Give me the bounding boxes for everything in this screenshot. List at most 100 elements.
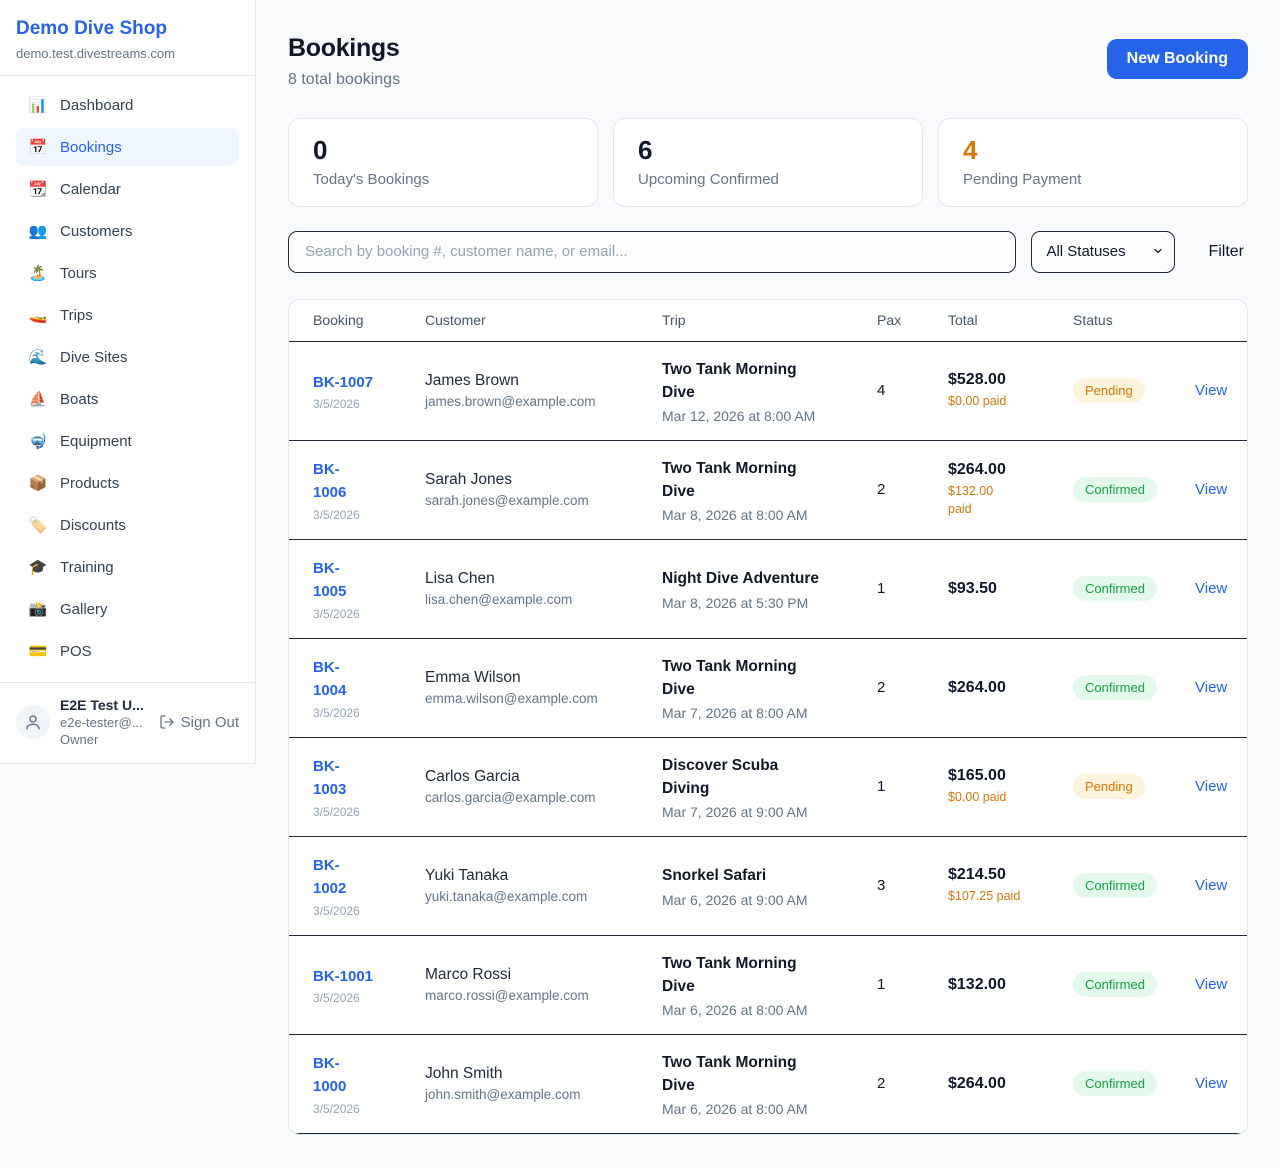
column-header-customer: Customer [425, 312, 662, 328]
status-badge: Pending [1073, 774, 1145, 799]
customer-cell: John Smith john.smith@example.com [425, 1065, 662, 1102]
view-link[interactable]: View [1195, 778, 1227, 795]
customer-email: james.brown@example.com [425, 394, 650, 409]
user-name: E2E Test U... [60, 697, 149, 713]
sidebar-item-customers[interactable]: 👥 Customers [16, 212, 239, 250]
booking-id-link[interactable]: BK- 1000 [313, 1052, 346, 1099]
trip-datetime: Mar 8, 2026 at 8:00 AM [662, 507, 865, 523]
customer-email: carlos.garcia@example.com [425, 790, 650, 805]
view-link[interactable]: View [1195, 1075, 1227, 1092]
booking-date: 3/5/2026 [313, 607, 413, 621]
page-title-block: Bookings 8 total bookings [288, 34, 400, 89]
customer-email: sarah.jones@example.com [425, 493, 650, 508]
sidebar-item-pos[interactable]: 💳 POS [16, 632, 239, 670]
main-content: Bookings 8 total bookings New Booking 0 … [256, 0, 1280, 1167]
sidebar: Demo Dive Shop demo.test.divestreams.com… [0, 0, 256, 764]
trip-cell: Two Tank Morning Dive Mar 6, 2026 at 8:0… [662, 1051, 877, 1118]
booking-cell: BK- 1002 3/5/2026 [313, 854, 425, 918]
booking-id-link[interactable]: BK- 1002 [313, 854, 346, 901]
action-cell: View [1195, 382, 1239, 400]
stat-label: Upcoming Confirmed [638, 171, 898, 188]
view-link[interactable]: View [1195, 382, 1227, 399]
trip-cell: Two Tank Morning Dive Mar 12, 2026 at 8:… [662, 358, 877, 425]
booking-cell: BK- 1006 3/5/2026 [313, 458, 425, 522]
view-link[interactable]: View [1195, 976, 1227, 993]
bar-chart-icon: 📊 [28, 96, 48, 114]
trip-datetime: Mar 8, 2026 at 5:30 PM [662, 595, 865, 611]
sidebar-item-products[interactable]: 📦 Products [16, 464, 239, 502]
sidebar-item-calendar[interactable]: 📆 Calendar [16, 170, 239, 208]
booking-id-link[interactable]: BK-1007 [313, 371, 373, 394]
trip-name: Two Tank Morning Dive [662, 655, 865, 702]
search-input[interactable] [288, 231, 1016, 273]
filter-button[interactable]: Filter [1190, 243, 1248, 261]
paid-amount: $0.00 paid [948, 392, 1061, 411]
booking-id-link[interactable]: BK- 1005 [313, 557, 346, 604]
booking-id-link[interactable]: BK- 1004 [313, 656, 346, 703]
booking-id-link[interactable]: BK-1001 [313, 965, 373, 988]
action-cell: View [1195, 1075, 1239, 1093]
sidebar-item-label: POS [60, 643, 92, 660]
sidebar-item-equipment[interactable]: 🤿 Equipment [16, 422, 239, 460]
trip-cell: Discover Scuba Diving Mar 7, 2026 at 9:0… [662, 754, 877, 821]
sidebar-nav: 📊 Dashboard 📅 Bookings 📆 Calendar [0, 76, 255, 682]
booking-id-link[interactable]: BK- 1006 [313, 458, 346, 505]
customer-cell: Yuki Tanaka yuki.tanaka@example.com [425, 867, 662, 904]
view-link[interactable]: View [1195, 481, 1227, 498]
credit-card-icon: 💳 [28, 642, 48, 660]
trip-name: Discover Scuba Diving [662, 754, 865, 801]
table-row: BK- 1003 3/5/2026 Carlos Garcia carlos.g… [289, 738, 1247, 837]
booking-cell: BK- 1005 3/5/2026 [313, 557, 425, 621]
pax-cell: 2 [877, 1075, 948, 1092]
sidebar-item-dashboard[interactable]: 📊 Dashboard [16, 86, 239, 124]
pax-cell: 2 [877, 679, 948, 696]
sign-out-button[interactable]: Sign Out [159, 714, 239, 731]
total-cell: $264.00 $132.00 paid [948, 461, 1073, 520]
total-amount: $165.00 [948, 767, 1061, 785]
booking-date: 3/5/2026 [313, 805, 413, 819]
sidebar-item-training[interactable]: 🎓 Training [16, 548, 239, 586]
view-link[interactable]: View [1195, 679, 1227, 696]
new-booking-button[interactable]: New Booking [1107, 39, 1248, 79]
status-cell: Pending [1073, 774, 1195, 799]
booking-date: 3/5/2026 [313, 706, 413, 720]
status-cell: Confirmed [1073, 675, 1195, 700]
booking-cell: BK-1007 3/5/2026 [313, 371, 425, 411]
people-icon: 👥 [28, 222, 48, 240]
sidebar-item-gallery[interactable]: 📸 Gallery [16, 590, 239, 628]
trip-datetime: Mar 7, 2026 at 9:00 AM [662, 804, 865, 820]
booking-id-link[interactable]: BK- 1003 [313, 755, 346, 802]
sidebar-item-label: Discounts [60, 517, 126, 534]
sidebar-item-bookings[interactable]: 📅 Bookings [16, 128, 239, 166]
status-cell: Confirmed [1073, 477, 1195, 502]
paid-amount: $132.00 paid [948, 482, 1061, 520]
sidebar-item-dive-sites[interactable]: 🌊 Dive Sites [16, 338, 239, 376]
status-filter-select[interactable]: All Statuses [1031, 231, 1175, 273]
customer-email: marco.rossi@example.com [425, 988, 650, 1003]
action-cell: View [1195, 778, 1239, 796]
view-link[interactable]: View [1195, 877, 1227, 894]
total-amount: $132.00 [948, 976, 1061, 994]
trip-datetime: Mar 7, 2026 at 8:00 AM [662, 705, 865, 721]
paid-amount: $0.00 paid [948, 788, 1061, 807]
status-badge: Confirmed [1073, 477, 1157, 502]
sidebar-item-tours[interactable]: 🏝️ Tours [16, 254, 239, 292]
total-cell: $93.50 [948, 580, 1073, 598]
stat-card: 4 Pending Payment [938, 118, 1248, 207]
sidebar-item-discounts[interactable]: 🏷️ Discounts [16, 506, 239, 544]
brand-logo-link[interactable]: Demo Dive Shop [16, 18, 239, 40]
sidebar-item-trips[interactable]: 🚤 Trips [16, 296, 239, 334]
column-header-status: Status [1073, 312, 1195, 328]
customer-cell: James Brown james.brown@example.com [425, 372, 662, 409]
booking-cell: BK- 1003 3/5/2026 [313, 755, 425, 819]
sidebar-header: Demo Dive Shop demo.test.divestreams.com [0, 0, 255, 76]
stat-label: Pending Payment [963, 171, 1223, 188]
trip-name: Two Tank Morning Dive [662, 358, 865, 405]
view-link[interactable]: View [1195, 580, 1227, 597]
sidebar-item-label: Calendar [60, 181, 121, 198]
action-cell: View [1195, 679, 1239, 697]
table-row: BK- 1000 3/5/2026 John Smith john.smith@… [289, 1035, 1247, 1134]
trip-datetime: Mar 6, 2026 at 8:00 AM [662, 1101, 865, 1117]
sidebar-item-boats[interactable]: ⛵ Boats [16, 380, 239, 418]
status-filter-wrap: All Statuses [1031, 231, 1175, 273]
